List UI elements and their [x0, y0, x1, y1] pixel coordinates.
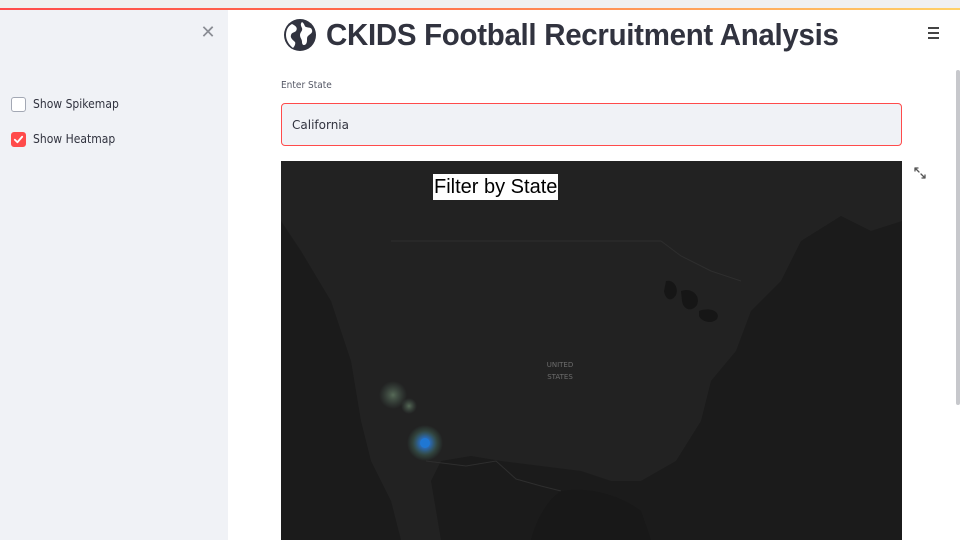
- show-spikemap-checkbox[interactable]: Show Spikemap: [11, 95, 128, 113]
- heatmap-point: [401, 398, 417, 414]
- map-title: Filter by State: [433, 174, 559, 200]
- water-shape: [531, 489, 651, 540]
- heatmap-point-core: [420, 438, 430, 448]
- page-title: CKIDS Football Recruitment Analysis: [326, 17, 839, 52]
- globe-icon: [284, 19, 316, 51]
- show-heatmap-label: Show Heatmap: [33, 132, 116, 146]
- state-input[interactable]: [281, 103, 902, 146]
- show-spikemap-label: Show Spikemap: [33, 97, 119, 111]
- show-heatmap-checkbox[interactable]: Show Heatmap: [11, 130, 124, 148]
- top-decoration-bar: [0, 0, 960, 10]
- checkmark-icon: [13, 135, 24, 143]
- sidebar: ✕ Show Spikemap Show Heatmap: [0, 10, 228, 540]
- hamburger-menu-icon[interactable]: [928, 27, 942, 41]
- close-icon[interactable]: ✕: [199, 24, 217, 42]
- country-label-line2: STATES: [547, 373, 573, 381]
- land-shape: [281, 161, 902, 540]
- state-input-label: Enter State: [281, 80, 332, 91]
- map-canvas: UNITED STATES: [281, 161, 902, 540]
- checkbox-box[interactable]: [11, 96, 26, 112]
- page-header: CKIDS Football Recruitment Analysis: [283, 13, 866, 57]
- expand-icon[interactable]: [913, 166, 927, 180]
- scrollbar[interactable]: [956, 70, 960, 405]
- country-label-line1: UNITED: [547, 361, 574, 369]
- checkbox-box[interactable]: [11, 131, 26, 147]
- map-view[interactable]: UNITED STATES Filter by State: [281, 161, 902, 540]
